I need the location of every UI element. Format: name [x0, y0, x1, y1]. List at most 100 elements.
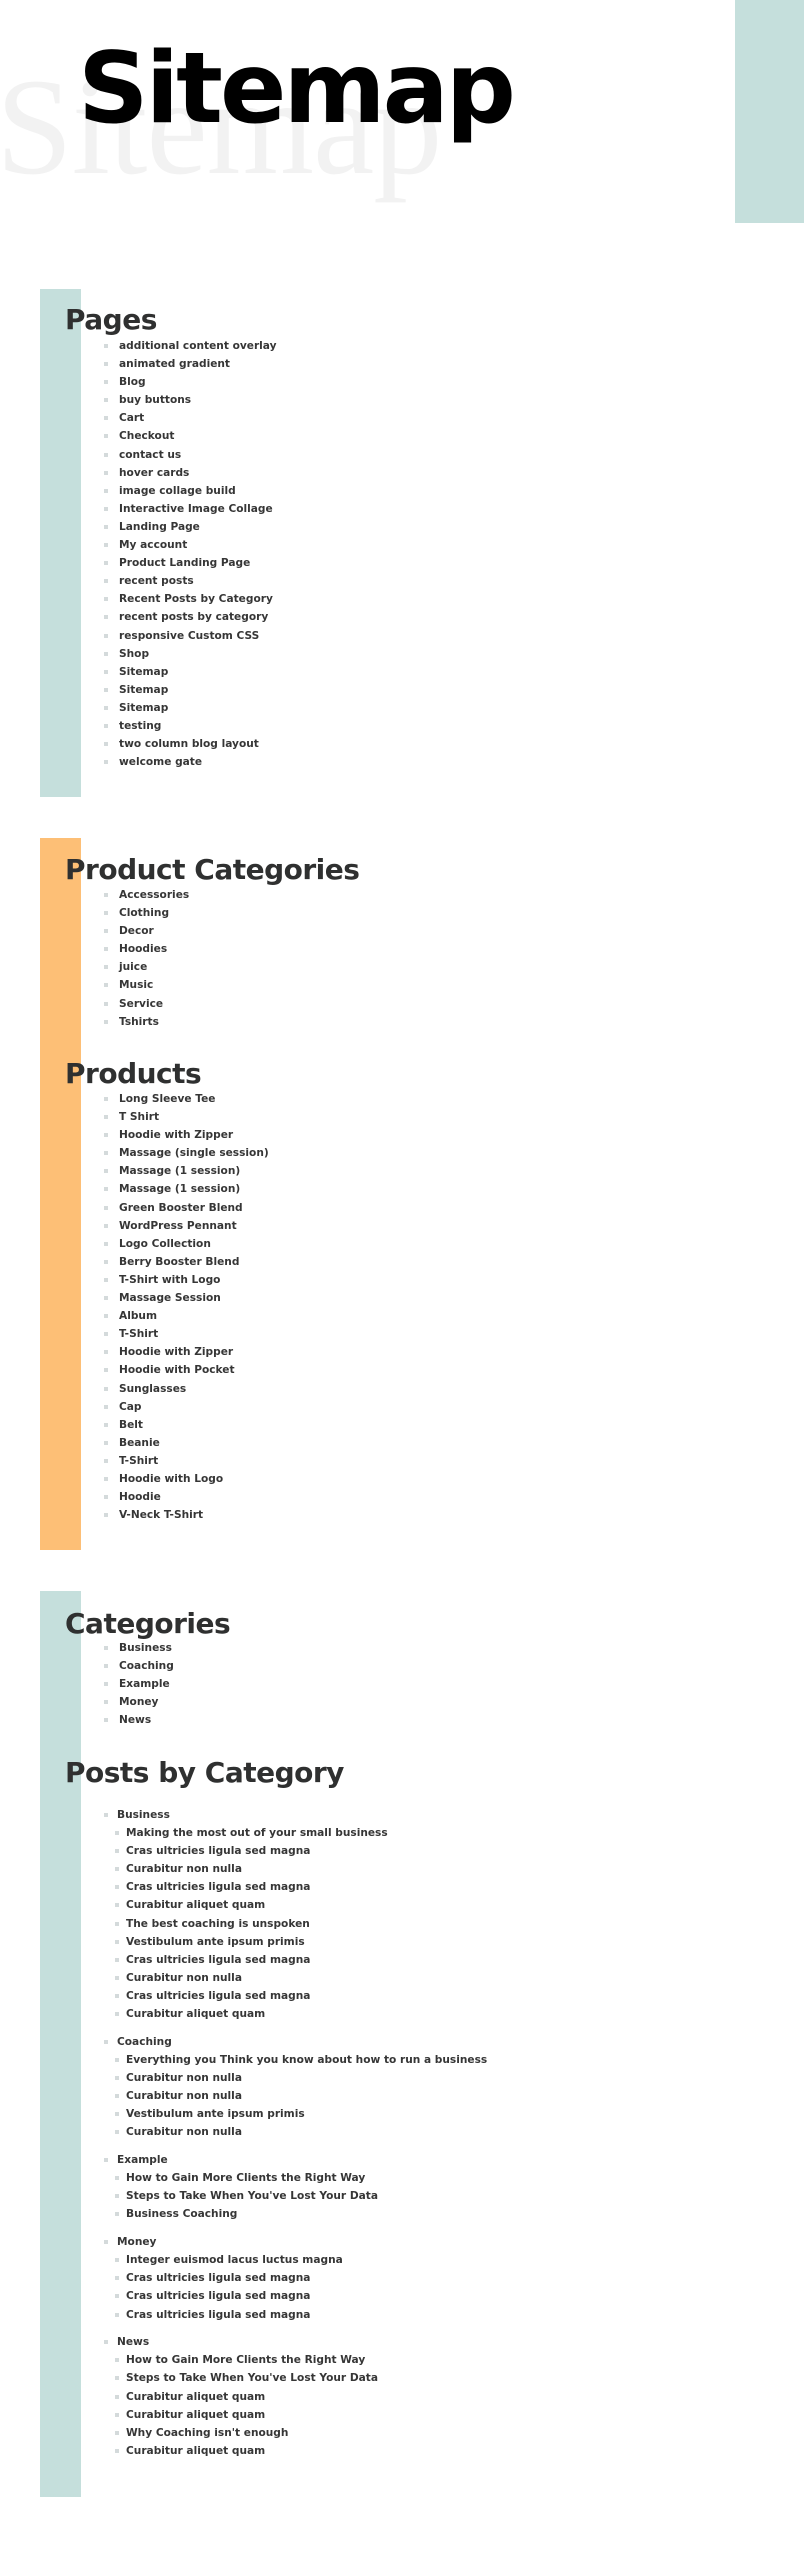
product-link: T-Shirt with Logo [104, 1271, 269, 1289]
category-link-label[interactable]: Money [119, 1696, 158, 1708]
category-group-name: Business [104, 1806, 487, 1824]
product-link-label[interactable]: Sunglasses [119, 1383, 186, 1395]
product-link: Hoodie with Zipper [104, 1343, 269, 1361]
post-link[interactable]: Everything you Think you know about how … [115, 2051, 487, 2069]
post-link[interactable]: The best coaching is unspoken [115, 1915, 487, 1933]
product-link-label[interactable]: WordPress Pennant [119, 1220, 237, 1232]
post-link[interactable]: Cras ultricies ligula sed magna [115, 1951, 487, 1969]
page-link-label[interactable]: recent posts by category [119, 611, 268, 623]
post-link[interactable]: Curabitur aliquet quam [115, 2388, 487, 2406]
product-link-label[interactable]: Cap [119, 1401, 142, 1413]
page-link-label[interactable]: Product Landing Page [119, 557, 250, 569]
product-link-label[interactable]: Beanie [119, 1437, 160, 1449]
post-link[interactable]: Curabitur non nulla [115, 1860, 487, 1878]
product-link-label[interactable]: Hoodie with Zipper [119, 1346, 233, 1358]
post-link[interactable]: Making the most out of your small busine… [115, 1824, 487, 1842]
product-category-link-label[interactable]: Clothing [119, 907, 169, 919]
page-link-label[interactable]: Sitemap [119, 684, 168, 696]
post-link[interactable]: Curabitur non nulla [115, 2069, 487, 2087]
category-link: Example [104, 1675, 174, 1693]
product-link-label[interactable]: Album [119, 1310, 157, 1322]
product-link-label[interactable]: Massage (1 session) [119, 1183, 240, 1195]
product-category-link-label[interactable]: Music [119, 979, 153, 991]
product-link-label[interactable]: Long Sleeve Tee [119, 1093, 215, 1105]
product-category-link-label[interactable]: Tshirts [119, 1016, 159, 1028]
page-link-label[interactable]: Landing Page [119, 521, 200, 533]
page-link-label[interactable]: animated gradient [119, 358, 230, 370]
page-link-label[interactable]: two column blog layout [119, 738, 259, 750]
product-link-label[interactable]: Belt [119, 1419, 143, 1431]
page-link: responsive Custom CSS [104, 627, 277, 645]
product-link-label[interactable]: Massage Session [119, 1292, 221, 1304]
page-link-label[interactable]: image collage build [119, 485, 236, 497]
post-link[interactable]: Business Coaching [115, 2205, 487, 2223]
product-link-label[interactable]: T-Shirt [119, 1328, 158, 1340]
page-link-label[interactable]: contact us [119, 449, 181, 461]
category-link-label[interactable]: News [119, 1714, 151, 1726]
page-link: buy buttons [104, 391, 277, 409]
page-link-label[interactable]: Checkout [119, 430, 174, 442]
category-link-label[interactable]: Example [119, 1678, 170, 1690]
product-link-label[interactable]: T Shirt [119, 1111, 159, 1123]
page-link-label[interactable]: Shop [119, 648, 149, 660]
product-category-link-label[interactable]: Hoodies [119, 943, 167, 955]
post-link[interactable]: Integer euismod lacus luctus magna [115, 2251, 487, 2269]
post-link[interactable]: Steps to Take When You've Lost Your Data [115, 2187, 487, 2205]
post-link[interactable]: Curabitur aliquet quam [115, 2406, 487, 2424]
post-link[interactable]: Cras ultricies ligula sed magna [115, 2306, 487, 2324]
product-category-link-label[interactable]: juice [119, 961, 147, 973]
category-link-label[interactable]: Business [119, 1642, 172, 1654]
post-link[interactable]: Cras ultricies ligula sed magna [115, 2269, 487, 2287]
product-link: T-Shirt [104, 1325, 269, 1343]
page-link-label[interactable]: hover cards [119, 467, 189, 479]
page-link-label[interactable]: responsive Custom CSS [119, 630, 259, 642]
page-link-label[interactable]: Blog [119, 376, 146, 388]
post-link[interactable]: Why Coaching isn't enough [115, 2424, 487, 2442]
product-link-label[interactable]: Logo Collection [119, 1238, 211, 1250]
page-link-label[interactable]: welcome gate [119, 756, 202, 768]
product-link-label[interactable]: T-Shirt [119, 1455, 158, 1467]
product-link-label[interactable]: Massage (single session) [119, 1147, 269, 1159]
page-link-label[interactable]: Sitemap [119, 666, 168, 678]
page-link-label[interactable]: testing [119, 720, 161, 732]
product-link-label[interactable]: T-Shirt with Logo [119, 1274, 220, 1286]
product-link-label[interactable]: Hoodie with Logo [119, 1473, 223, 1485]
post-link[interactable]: Curabitur aliquet quam [115, 1896, 487, 1914]
post-link[interactable]: Cras ultricies ligula sed magna [115, 1842, 487, 1860]
page-link-label[interactable]: Sitemap [119, 702, 168, 714]
page-link-label[interactable]: Cart [119, 412, 144, 424]
post-link[interactable]: Vestibulum ante ipsum primis [115, 1933, 487, 1951]
product-link-label[interactable]: Berry Booster Blend [119, 1256, 239, 1268]
product-link-label[interactable]: Green Booster Blend [119, 1202, 243, 1214]
product-category-link-label[interactable]: Service [119, 998, 163, 1010]
post-link[interactable]: Curabitur non nulla [115, 2087, 487, 2105]
page-link: additional content overlay [104, 337, 277, 355]
post-link[interactable]: How to Gain More Clients the Right Way [115, 2169, 487, 2187]
category-link-label[interactable]: Coaching [119, 1660, 174, 1672]
page-link-label[interactable]: recent posts [119, 575, 194, 587]
page-link: welcome gate [104, 753, 277, 771]
product-link: Massage Session [104, 1289, 269, 1307]
product-category-link-label[interactable]: Decor [119, 925, 154, 937]
post-link[interactable]: Curabitur aliquet quam [115, 2005, 487, 2023]
post-link[interactable]: Cras ultricies ligula sed magna [115, 1987, 487, 2005]
post-link[interactable]: Curabitur non nulla [115, 2123, 487, 2141]
product-link-label[interactable]: Hoodie with Pocket [119, 1364, 235, 1376]
post-link[interactable]: Curabitur aliquet quam [115, 2442, 487, 2460]
post-link[interactable]: Steps to Take When You've Lost Your Data [115, 2369, 487, 2387]
post-link[interactable]: Cras ultricies ligula sed magna [115, 2287, 487, 2305]
product-link-label[interactable]: V-Neck T-Shirt [119, 1509, 203, 1521]
post-link[interactable]: How to Gain More Clients the Right Way [115, 2351, 487, 2369]
post-link[interactable]: Vestibulum ante ipsum primis [115, 2105, 487, 2123]
product-link-label[interactable]: Hoodie with Zipper [119, 1129, 233, 1141]
page-link-label[interactable]: Interactive Image Collage [119, 503, 273, 515]
product-link-label[interactable]: Massage (1 session) [119, 1165, 240, 1177]
page-link-label[interactable]: buy buttons [119, 394, 191, 406]
page-link-label[interactable]: My account [119, 539, 187, 551]
page-link-label[interactable]: additional content overlay [119, 340, 277, 352]
product-link-label[interactable]: Hoodie [119, 1491, 161, 1503]
post-link[interactable]: Cras ultricies ligula sed magna [115, 1878, 487, 1896]
product-category-link-label[interactable]: Accessories [119, 889, 189, 901]
page-link-label[interactable]: Recent Posts by Category [119, 593, 273, 605]
post-link[interactable]: Curabitur non nulla [115, 1969, 487, 1987]
